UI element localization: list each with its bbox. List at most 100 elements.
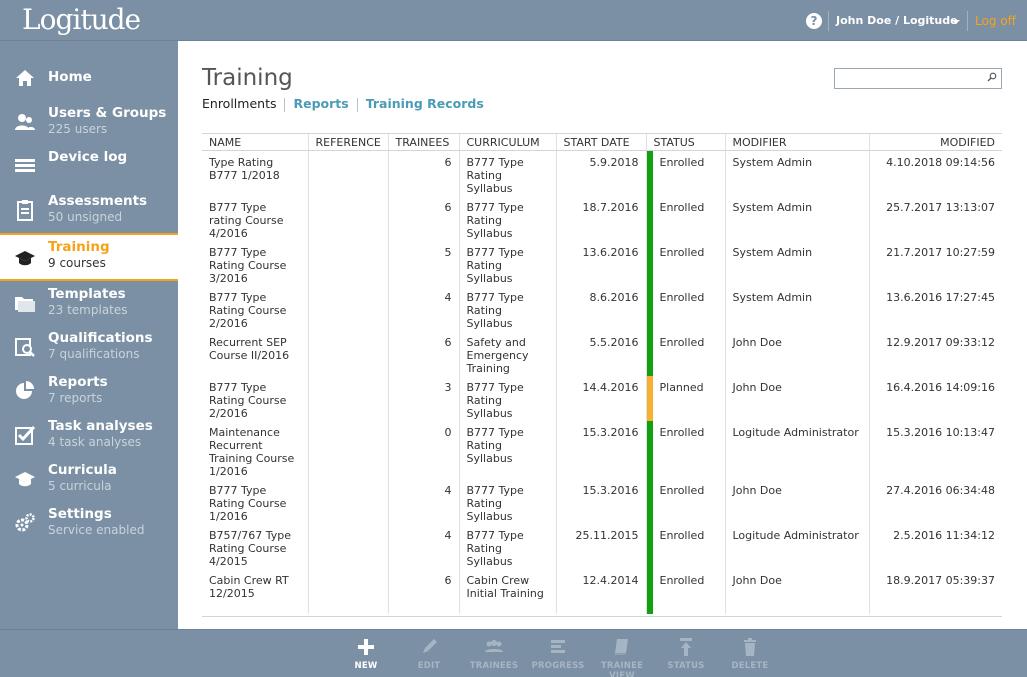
status-button[interactable]: STATUS	[653, 636, 719, 671]
sidebar-item-curricula[interactable]: Curricula 5 curricula	[0, 458, 178, 502]
cell-reference	[307, 195, 388, 241]
search-input[interactable]	[834, 68, 1002, 89]
cell-start-date: 15.3.2016	[555, 478, 646, 524]
sidebar-item-label: Home	[48, 69, 92, 85]
sidebar-item-label: Assessments	[48, 193, 148, 209]
sidebar-item-label: Training	[48, 239, 110, 255]
table-row[interactable]: B777 Type rating Course 4/2016 6 B777 Type…	[202, 195, 1002, 241]
table-row[interactable]: Maintenance Recurrent Training Course 1/…	[202, 420, 1002, 479]
cell-status: Enrolled	[645, 150, 725, 196]
new-button[interactable]: NEW	[333, 636, 399, 671]
cell-reference	[307, 568, 388, 614]
sidebar-item-count: 50 unsigned	[48, 210, 123, 224]
pencil-icon	[396, 636, 462, 658]
table-row[interactable]: B777 Type Rating Course 2/2016 3 B777 Type…	[202, 375, 1002, 421]
sidebar-item-label: Reports	[48, 374, 108, 390]
status-indicator	[646, 420, 653, 479]
cell-curriculum: B777 Type Rating Syllabus	[458, 420, 556, 479]
cell-modified: 13.6.2016 17:27:45	[868, 285, 1002, 331]
column-header-name[interactable]: NAME	[202, 133, 308, 151]
status-arrow-icon	[653, 636, 719, 658]
status-text: Enrolled	[659, 156, 705, 169]
column-header-start-date[interactable]: START DATE	[555, 133, 646, 151]
column-header-modifier[interactable]: MODIFIER	[724, 133, 869, 151]
sidebar-item-label: Templates	[48, 286, 126, 302]
sidebar-item-device-log[interactable]: Device log	[0, 145, 178, 189]
cell-modified: 16.4.2016 14:09:16	[868, 375, 1002, 421]
cell-curriculum: Safety and Emergency Training	[458, 330, 556, 376]
sidebar-item-label: Task analyses	[48, 418, 153, 434]
cell-curriculum: B777 Type Rating Syllabus	[458, 523, 556, 569]
sidebar-item-task-analyses[interactable]: Task analyses 4 task analyses	[0, 414, 178, 458]
status-text: Enrolled	[659, 290, 705, 304]
sidebar-item-qualifications[interactable]: Qualifications 7 qualifications	[0, 326, 178, 370]
column-header-status[interactable]: STATUS	[645, 133, 725, 151]
column-header-reference[interactable]: REFERENCE	[307, 133, 388, 151]
tab-training-records[interactable]: Training Records	[366, 96, 484, 111]
question-circle-icon[interactable]: ?	[806, 13, 822, 29]
cell-modifier: John Doe	[724, 330, 869, 376]
table-row[interactable]: B777 Type Rating Course 2/2016 4 B777 Type…	[202, 285, 1002, 331]
sidebar-item-assessments[interactable]: Assessments 50 unsigned	[0, 189, 178, 233]
gears-icon	[14, 512, 36, 534]
cell-status: Enrolled	[645, 330, 725, 376]
status-indicator	[646, 330, 653, 376]
sidebar-item-count: 4 task analyses	[48, 435, 142, 449]
column-header-curriculum[interactable]: CURRICULUM	[458, 133, 556, 151]
logoff-link[interactable]: Log off	[975, 14, 1016, 28]
status-text: Enrolled	[659, 573, 705, 587]
table-row[interactable]: B777 Type Rating Course 3/2016 5 B777 Type…	[202, 240, 1002, 286]
table-header-row: NAME REFERENCE TRAINEES CURRICULUM START…	[202, 133, 1002, 151]
column-header-modified[interactable]: MODIFIED	[868, 133, 1002, 151]
cell-status: Enrolled	[645, 478, 725, 524]
cell-name: B777 Type Rating Course 2/2016	[209, 380, 287, 420]
user-menu[interactable]: John Doe / Logitude	[836, 14, 958, 27]
cell-trainees: 4	[387, 523, 459, 569]
cell-curriculum: B777 Type Rating Syllabus	[458, 195, 556, 241]
sidebar-item-home[interactable]: Home	[0, 57, 178, 101]
sidebar-item-count: 23 templates	[48, 303, 128, 317]
table-row[interactable]: Type Rating B777 1/2018 6 B777 Type Rating…	[202, 150, 1002, 196]
table-row[interactable]: Recurrent SEP Course II/2016 6 Safety and …	[202, 330, 1002, 376]
status-indicator	[646, 151, 653, 196]
cell-curriculum: B777 Type Rating Syllabus	[458, 285, 556, 331]
top-bar: Logitude ? John Doe / Logitude Log off	[0, 0, 1027, 41]
table-row[interactable]: Cabin Crew RT 12/2015 6 Cabin Crew Initial…	[202, 568, 1002, 614]
status-text: Enrolled	[659, 335, 705, 349]
trainees-button[interactable]: TRAINEES	[461, 636, 527, 671]
cell-modified: 4.10.2018 09:14:56	[868, 150, 1002, 196]
sidebar-item-reports[interactable]: Reports 7 reports	[0, 370, 178, 414]
cell-name: Type Rating B777 1/2018	[209, 156, 280, 182]
sidebar-item-training[interactable]: Training 9 courses	[0, 233, 178, 281]
progress-bars-icon	[525, 636, 591, 658]
edit-button[interactable]: EDIT	[396, 636, 462, 671]
delete-button[interactable]: DELETE	[717, 636, 783, 671]
cell-name: B777 Type Rating Course 3/2016	[209, 245, 287, 285]
tab-enrollments[interactable]: Enrollments	[202, 96, 276, 111]
chevron-down-icon[interactable]	[952, 20, 960, 24]
cell-start-date: 14.4.2016	[555, 375, 646, 421]
search-icon[interactable]	[987, 72, 997, 82]
cell-status: Enrolled	[645, 195, 725, 241]
sidebar-item-count: 7 reports	[48, 391, 103, 405]
table-row[interactable]: B777 Type Rating Course 1/2016 4 B777 Type…	[202, 478, 1002, 524]
column-header-trainees[interactable]: TRAINEES	[387, 133, 459, 151]
cell-modifier: John Doe	[724, 568, 869, 614]
cell-status: Enrolled	[645, 240, 725, 286]
table-row[interactable]: B757/767 Type Rating Course 4/2015 4 B777 …	[202, 523, 1002, 569]
trainee-view-button[interactable]: TRAINEE VIEW	[589, 636, 655, 677]
sidebar-item-templates[interactable]: Templates 23 templates	[0, 282, 178, 326]
sidebar-item-settings[interactable]: Settings Service enabled	[0, 502, 178, 546]
status-text: Planned	[659, 380, 704, 394]
cell-modifier: John Doe	[724, 375, 869, 421]
cell-reference	[307, 375, 388, 421]
cell-trainees: 6	[387, 568, 459, 614]
sidebar: Home Users & Groups 225 users Device log…	[0, 41, 178, 629]
logitude-logo[interactable]: Logitude	[22, 3, 141, 36]
sidebar-item-label: Users & Groups	[48, 105, 167, 121]
sidebar-item-users-groups[interactable]: Users & Groups 225 users	[0, 101, 178, 145]
progress-button[interactable]: PROGRESS	[525, 636, 591, 671]
cell-status: Enrolled	[645, 285, 725, 331]
tab-reports[interactable]: Reports	[293, 96, 348, 111]
cell-trainees: 3	[387, 375, 459, 421]
